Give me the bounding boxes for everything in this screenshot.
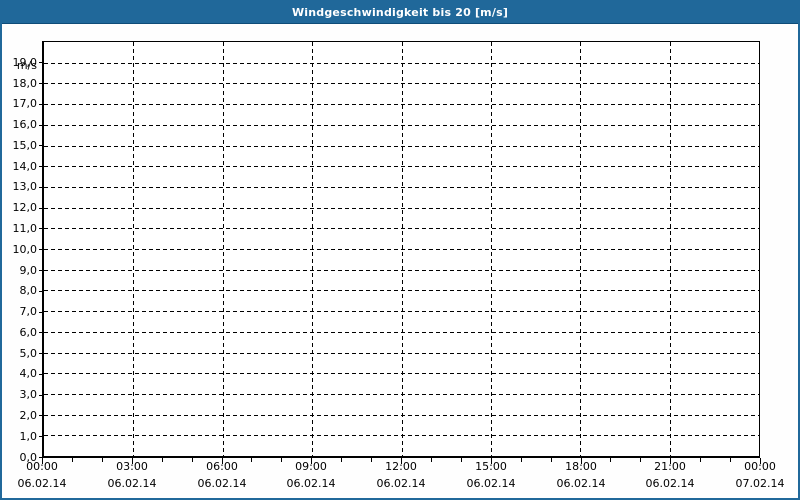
y-tick-label: 8,0 — [19, 284, 38, 297]
x-gridline — [580, 42, 581, 456]
x-tick-time-label: 15:00 — [475, 460, 507, 473]
y-axis-tick — [39, 270, 42, 271]
y-axis-tick — [39, 228, 42, 229]
x-tick-date-label: 06.02.14 — [286, 477, 336, 490]
y-tick-label: 17,0 — [12, 97, 38, 110]
y-tick-label: 13,0 — [12, 180, 38, 193]
y-axis-tick — [39, 291, 42, 292]
x-gridline — [491, 42, 492, 456]
plot-area — [42, 41, 760, 458]
y-tick-label: 18,0 — [12, 77, 38, 90]
chart-window: Windgeschwindigkeit bis 20 [m/s] m/s 0,0… — [0, 0, 800, 500]
x-tick-date-label: 06.02.14 — [17, 477, 67, 490]
y-tick-label: 5,0 — [19, 347, 38, 360]
y-axis-tick — [39, 187, 42, 188]
y-axis-tick — [39, 249, 42, 250]
y-axis-tick — [39, 125, 42, 126]
y-tick-label: 1,0 — [19, 430, 38, 443]
x-tick-time-label: 12:00 — [385, 460, 417, 473]
x-gridline — [402, 42, 403, 456]
y-tick-label: 6,0 — [19, 326, 38, 339]
x-tick-date-label: 06.02.14 — [376, 477, 426, 490]
y-axis-tick — [39, 83, 42, 84]
x-tick-time-label: 09:00 — [295, 460, 327, 473]
y-tick-label: 9,0 — [19, 264, 38, 277]
y-tick-label: 16,0 — [12, 118, 38, 131]
y-axis-tick — [39, 208, 42, 209]
y-axis-tick — [39, 104, 42, 105]
y-tick-label: 19,0 — [12, 56, 38, 69]
y-axis-tick — [39, 62, 42, 63]
x-tick-date-label: 06.02.14 — [556, 477, 606, 490]
x-gridline — [670, 42, 671, 456]
x-tick-time-label: 00:00 — [26, 460, 58, 473]
x-tick-date-label: 06.02.14 — [645, 477, 695, 490]
x-tick-time-label: 18:00 — [565, 460, 597, 473]
x-tick-date-label: 06.02.14 — [107, 477, 157, 490]
x-tick-date-label: 06.02.14 — [197, 477, 247, 490]
y-axis-tick — [39, 415, 42, 416]
y-axis-tick — [39, 353, 42, 354]
x-tick-time-label: 00:00 — [744, 460, 776, 473]
x-tick-time-label: 21:00 — [654, 460, 686, 473]
y-tick-label: 10,0 — [12, 243, 38, 256]
chart-title-bar: Windgeschwindigkeit bis 20 [m/s] — [2, 2, 798, 24]
x-tick-time-label: 06:00 — [206, 460, 238, 473]
y-axis-tick — [39, 374, 42, 375]
x-gridline — [223, 42, 224, 456]
chart-region: m/s 0,0 1,0 2,0 3,0 4,0 5,0 6,0 7,0 8,0 9,0 10,0 11… — [2, 24, 798, 498]
y-tick-label: 12,0 — [12, 201, 38, 214]
y-tick-label: 4,0 — [19, 367, 38, 380]
y-tick-label: 14,0 — [12, 160, 38, 173]
x-gridline — [312, 42, 313, 456]
x-tick-time-label: 03:00 — [116, 460, 148, 473]
x-tick-date-label: 07.02.14 — [735, 477, 785, 490]
y-tick-label: 11,0 — [12, 222, 38, 235]
x-gridline — [133, 42, 134, 456]
y-tick-label: 2,0 — [19, 409, 38, 422]
y-axis-tick — [39, 436, 42, 437]
y-axis-tick — [39, 145, 42, 146]
y-tick-label: 7,0 — [19, 305, 38, 318]
y-axis-tick — [39, 166, 42, 167]
x-tick-date-label: 06.02.14 — [466, 477, 516, 490]
y-tick-label: 15,0 — [12, 139, 38, 152]
y-axis-tick — [39, 312, 42, 313]
y-axis-tick — [39, 332, 42, 333]
y-tick-label: 3,0 — [19, 388, 38, 401]
chart-title: Windgeschwindigkeit bis 20 [m/s] — [291, 6, 509, 19]
y-axis-tick — [39, 395, 42, 396]
